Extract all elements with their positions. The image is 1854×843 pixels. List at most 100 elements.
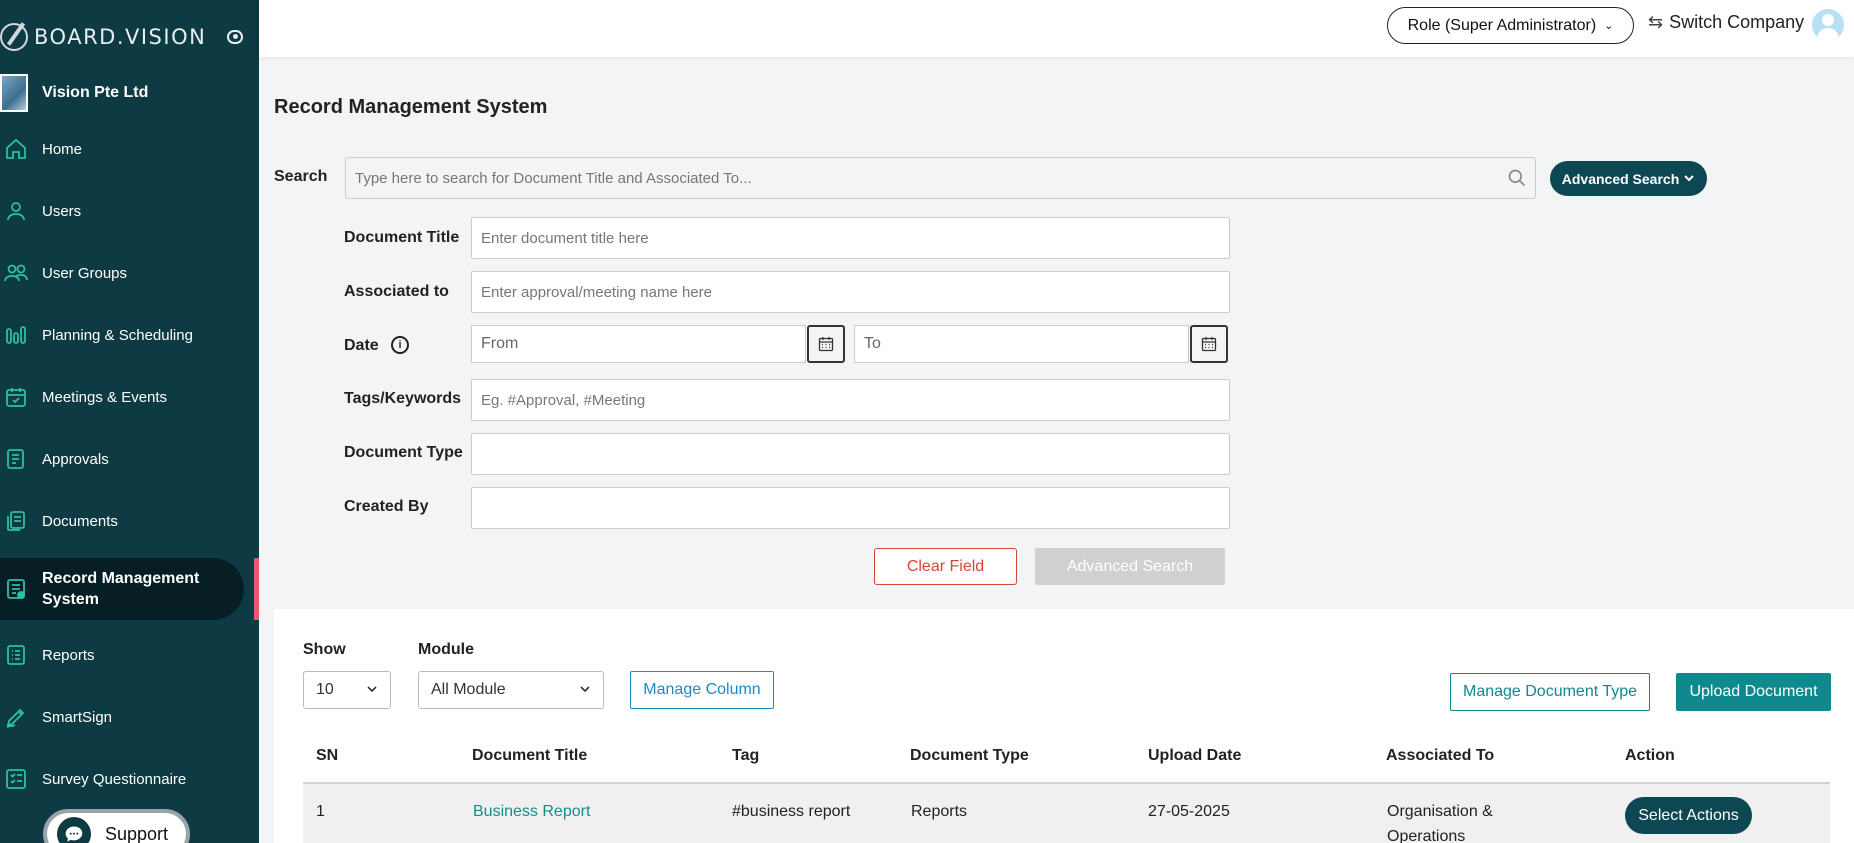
column-header-tag[interactable]: Tag xyxy=(732,747,759,765)
company-avatar xyxy=(0,74,28,112)
tags-label: Tags/Keywords xyxy=(344,390,462,407)
chevron-down-icon xyxy=(1683,171,1695,187)
advanced-search-toggle[interactable]: Advanced Search xyxy=(1550,161,1707,196)
brand-name: BOARD.VISION xyxy=(34,25,207,49)
module-label: Module xyxy=(418,641,474,658)
sidebar-item-home[interactable]: Home xyxy=(0,127,259,171)
sidebar-item-meetings[interactable]: Meetings & Events xyxy=(0,375,259,419)
switch-company-label: Switch Company xyxy=(1669,12,1805,32)
document-type-field xyxy=(471,433,1230,475)
sidebar-item-approvals[interactable]: Approvals xyxy=(0,437,259,481)
sidebar-item-label: Reports xyxy=(42,646,95,664)
search-icon[interactable] xyxy=(1507,168,1527,188)
created-by-field xyxy=(471,487,1230,529)
cell-document-type: Reports xyxy=(911,803,968,820)
upload-document-button[interactable]: Upload Document xyxy=(1676,673,1831,711)
calendar-check-icon xyxy=(2,383,30,411)
column-header-document-type[interactable]: Document Type xyxy=(910,747,1029,765)
support-label: Support xyxy=(105,823,169,843)
module-value: All Module xyxy=(431,681,506,698)
calendar-icon xyxy=(1201,337,1217,352)
company-switcher[interactable]: Vision Pte Ltd xyxy=(0,74,148,112)
document-title-input[interactable] xyxy=(472,218,1229,258)
page-size-value: 10 xyxy=(316,681,334,698)
approval-doc-icon xyxy=(2,445,30,473)
chevron-down-icon xyxy=(579,683,591,698)
cell-tag: #business report xyxy=(732,803,851,820)
calendar-to-button[interactable] xyxy=(1190,325,1228,363)
associated-to-label: Associated to xyxy=(344,283,449,300)
sidebar-item-label: Survey Questionnaire xyxy=(42,770,187,788)
page-size-select[interactable]: 10 xyxy=(303,671,391,709)
switch-icon: ⇆ xyxy=(1648,12,1664,32)
sidebar-item-survey[interactable]: Survey Questionnaire xyxy=(0,757,259,801)
sidebar-item-reports[interactable]: Reports xyxy=(0,633,259,677)
cell-sn: 1 xyxy=(316,803,325,820)
document-title-field xyxy=(471,217,1230,259)
info-icon[interactable]: i xyxy=(391,336,409,354)
sidebar-item-users[interactable]: Users xyxy=(0,189,259,233)
switch-company-button[interactable]: ⇆ Switch Company xyxy=(1648,12,1804,33)
sidebar-item-label: Meetings & Events xyxy=(42,388,168,406)
company-name: Vision Pte Ltd xyxy=(42,84,149,101)
select-actions-button[interactable]: Select Actions xyxy=(1625,797,1752,834)
users-icon xyxy=(2,259,30,287)
created-by-input[interactable] xyxy=(472,488,1229,528)
column-header-action: Action xyxy=(1625,747,1675,764)
created-by-label: Created By xyxy=(344,498,429,515)
home-icon xyxy=(2,135,30,163)
bar-chart-icon xyxy=(2,321,30,349)
list-icon xyxy=(2,641,30,669)
date-to-input[interactable] xyxy=(855,326,1188,362)
tags-input[interactable] xyxy=(472,380,1229,420)
associated-to-input[interactable] xyxy=(472,272,1229,312)
manage-document-type-button[interactable]: Manage Document Type xyxy=(1450,673,1650,711)
sidebar-item-label: Users xyxy=(42,202,82,220)
document-type-input[interactable] xyxy=(472,434,1229,474)
advanced-search-label: Advanced Search xyxy=(1561,170,1680,187)
sidebar-item-label: SmartSign xyxy=(42,708,113,726)
sidebar-item-documents[interactable]: Documents xyxy=(0,499,259,543)
calendar-from-button[interactable] xyxy=(807,325,845,363)
brand-logo[interactable]: BOARD.VISION xyxy=(0,18,259,56)
role-label: Role (Super Administrator) xyxy=(1407,16,1597,34)
column-header-sn[interactable]: SN xyxy=(316,747,338,765)
date-from-input[interactable] xyxy=(472,326,805,362)
user-avatar[interactable] xyxy=(1812,9,1844,41)
cell-upload-date: 27-05-2025 xyxy=(1148,803,1230,820)
sidebar-item-record-management[interactable]: Record Management System xyxy=(0,558,244,620)
sidebar-item-label: Approvals xyxy=(42,450,109,468)
associated-to-field xyxy=(471,271,1230,313)
column-header-upload-date[interactable]: Upload Date xyxy=(1148,747,1241,765)
column-header-document-title[interactable]: Document Title xyxy=(472,747,587,765)
date-from-field xyxy=(471,325,806,363)
sidebar-toggle-icon[interactable] xyxy=(227,30,243,44)
module-select[interactable]: All Module xyxy=(418,671,604,709)
sidebar-item-label: User Groups xyxy=(42,264,128,282)
column-header-associated-to[interactable]: Associated To xyxy=(1386,747,1494,765)
logo-icon xyxy=(0,23,28,51)
record-icon xyxy=(2,575,30,603)
search-input[interactable] xyxy=(346,158,1535,198)
support-button[interactable]: Support xyxy=(43,809,190,843)
pen-icon xyxy=(2,703,30,731)
sidebar-item-smartsign[interactable]: SmartSign xyxy=(0,695,259,739)
advanced-search-submit-button[interactable]: Advanced Search xyxy=(1035,548,1225,585)
sidebar-item-planning[interactable]: Planning & Scheduling xyxy=(0,313,259,357)
clear-field-button[interactable]: Clear Field xyxy=(874,548,1017,585)
role-dropdown[interactable]: Role (Super Administrator) ⌄ xyxy=(1387,7,1634,44)
chat-icon xyxy=(57,817,91,843)
document-type-label: Document Type xyxy=(344,444,463,461)
sidebar-item-label: Planning & Scheduling xyxy=(42,326,193,344)
date-label: Date xyxy=(344,337,379,354)
sidebar: BOARD.VISION Vision Pte Ltd Home Users U… xyxy=(0,0,259,843)
manage-column-button[interactable]: Manage Column xyxy=(630,671,774,709)
user-icon xyxy=(2,197,30,225)
search-label: Search xyxy=(274,168,328,185)
sidebar-item-user-groups[interactable]: User Groups xyxy=(0,251,259,295)
chevron-down-icon xyxy=(366,683,378,698)
cell-document-title-link[interactable]: Business Report xyxy=(473,799,590,824)
active-indicator xyxy=(254,558,259,620)
date-to-field xyxy=(854,325,1189,363)
document-title-label: Document Title xyxy=(344,229,460,246)
